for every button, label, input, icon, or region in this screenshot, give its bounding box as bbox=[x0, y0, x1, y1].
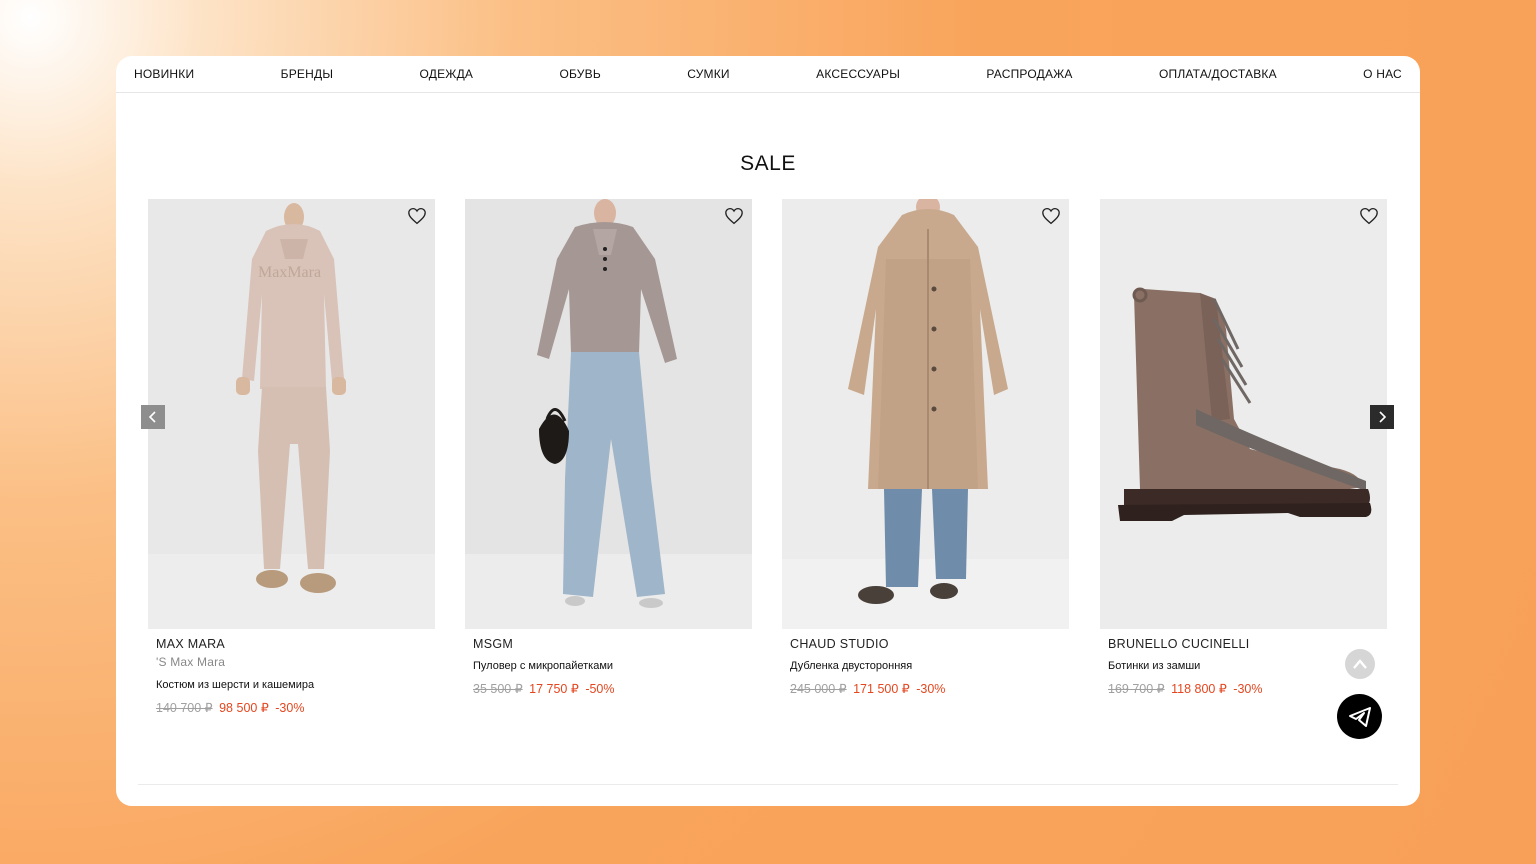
sale-price: 171 500 ₽ bbox=[853, 682, 910, 696]
scroll-to-top-button[interactable] bbox=[1345, 649, 1375, 679]
product-image[interactable] bbox=[782, 199, 1069, 629]
product-brand[interactable]: BRUNELLO CUCINELLI bbox=[1108, 637, 1387, 651]
nav-item-bags[interactable]: СУМКИ bbox=[687, 67, 730, 81]
chevron-right-icon bbox=[1379, 411, 1387, 423]
heart-outline-icon[interactable] bbox=[1041, 207, 1061, 225]
heart-outline-icon[interactable] bbox=[1359, 207, 1379, 225]
product-image[interactable]: MaxMara bbox=[148, 199, 435, 629]
discount-badge: -50% bbox=[585, 682, 615, 696]
discount-badge: -30% bbox=[916, 682, 946, 696]
product-name[interactable]: Костюм из шерсти и кашемира bbox=[156, 679, 435, 691]
product-prices: 169 700 ₽ 118 800 ₽ -30% bbox=[1108, 681, 1387, 696]
nav-item-clothing[interactable]: ОДЕЖДА bbox=[420, 67, 474, 81]
nav-item-brands[interactable]: БРЕНДЫ bbox=[281, 67, 334, 81]
product-prices: 35 500 ₽ 17 750 ₽ -50% bbox=[473, 681, 752, 696]
product-prices: 245 000 ₽ 171 500 ₽ -30% bbox=[790, 681, 1069, 696]
nav-item-new[interactable]: НОВИНКИ bbox=[134, 67, 194, 81]
heart-outline-icon[interactable] bbox=[724, 207, 744, 225]
product-photo-sequin-pullover bbox=[465, 199, 752, 629]
product-image[interactable] bbox=[465, 199, 752, 629]
sale-price: 98 500 ₽ bbox=[219, 701, 269, 715]
product-card[interactable]: MaxMara MAX MARA 'S Max Mara Костюм из ш… bbox=[148, 199, 435, 715]
nav-item-payment-delivery[interactable]: ОПЛАТА/ДОСТАВКА bbox=[1159, 67, 1277, 81]
discount-badge: -30% bbox=[1233, 682, 1263, 696]
nav-item-accessories[interactable]: АКСЕССУАРЫ bbox=[816, 67, 900, 81]
product-prices: 140 700 ₽ 98 500 ₽ -30% bbox=[156, 700, 435, 715]
old-price: 169 700 ₽ bbox=[1108, 682, 1165, 696]
product-photo-sheepskin-coat bbox=[782, 199, 1069, 629]
product-subbrand: 'S Max Mara bbox=[156, 655, 226, 669]
product-photo-knit-suit: MaxMara bbox=[148, 199, 435, 629]
product-card[interactable]: BRUNELLO CUCINELLI Ботинки из замши 169 … bbox=[1100, 199, 1387, 696]
store-window: НОВИНКИ БРЕНДЫ ОДЕЖДА ОБУВЬ СУМКИ АКСЕСС… bbox=[116, 56, 1420, 806]
carousel-prev-button[interactable] bbox=[141, 405, 165, 429]
carousel-next-button[interactable] bbox=[1370, 405, 1394, 429]
product-brand[interactable]: MSGM bbox=[473, 637, 752, 651]
product-name[interactable]: Дубленка двусторонняя bbox=[790, 660, 1069, 672]
section-title: SALE bbox=[740, 152, 796, 175]
nav-item-about[interactable]: О НАС bbox=[1363, 67, 1402, 81]
nav-item-sale[interactable]: РАСПРОДАЖА bbox=[986, 67, 1072, 81]
chevron-left-icon bbox=[148, 411, 156, 423]
old-price: 245 000 ₽ bbox=[790, 682, 847, 696]
chevron-up-icon bbox=[1353, 659, 1367, 669]
old-price: 140 700 ₽ bbox=[156, 701, 213, 715]
product-image[interactable] bbox=[1100, 199, 1387, 629]
product-card[interactable]: CHAUD STUDIO Дубленка двусторонняя 245 0… bbox=[782, 199, 1069, 696]
telegram-button[interactable] bbox=[1337, 694, 1382, 739]
discount-badge: -30% bbox=[275, 701, 305, 715]
svg-text:MaxMara: MaxMara bbox=[258, 264, 321, 281]
product-name[interactable]: Пуловер с микропайетками bbox=[473, 660, 752, 672]
nav-item-shoes[interactable]: ОБУВЬ bbox=[559, 67, 600, 81]
telegram-icon bbox=[1348, 706, 1371, 727]
footer-divider bbox=[138, 784, 1398, 785]
top-navigation: НОВИНКИ БРЕНДЫ ОДЕЖДА ОБУВЬ СУМКИ АКСЕСС… bbox=[116, 56, 1420, 93]
product-card[interactable]: MSGM Пуловер с микропайетками 35 500 ₽ 1… bbox=[465, 199, 752, 696]
sale-price: 118 800 ₽ bbox=[1171, 682, 1227, 696]
product-brand[interactable]: MAX MARA bbox=[156, 637, 435, 651]
old-price: 35 500 ₽ bbox=[473, 682, 523, 696]
product-brand[interactable]: CHAUD STUDIO bbox=[790, 637, 1069, 651]
heart-outline-icon[interactable] bbox=[407, 207, 427, 225]
product-photo-suede-boots bbox=[1100, 199, 1387, 629]
sale-price: 17 750 ₽ bbox=[529, 682, 579, 696]
